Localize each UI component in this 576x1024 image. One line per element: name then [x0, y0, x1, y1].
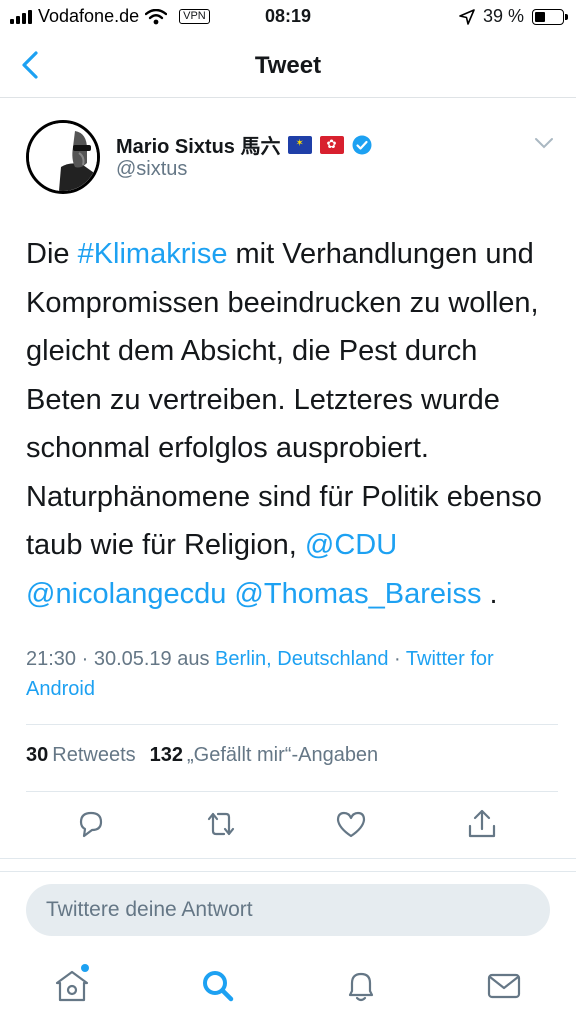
location-link[interactable]: Berlin, Deutschland	[215, 648, 388, 670]
share-icon[interactable]	[464, 806, 500, 842]
status-right: 39 %	[459, 6, 568, 27]
author-name-row[interactable]: Mario Sixtus 馬六	[116, 130, 372, 159]
notifications-bell-icon[interactable]	[341, 966, 381, 1006]
eu-flag-icon	[288, 135, 313, 154]
mention-link[interactable]: @nicolangecdu	[26, 578, 226, 610]
likes-count: 132	[149, 744, 183, 766]
notification-dot	[81, 964, 89, 972]
divider	[26, 724, 558, 725]
likes-stat[interactable]: 132 „Gefällt mir“-Angaben	[150, 744, 379, 767]
heart-icon[interactable]	[333, 806, 369, 842]
messages-envelope-icon[interactable]	[484, 966, 524, 1006]
search-icon[interactable]	[198, 966, 238, 1006]
mention-link[interactable]: @CDU	[305, 529, 397, 561]
tab-bar	[0, 950, 576, 1024]
avatar-image	[29, 123, 97, 191]
hashtag-link[interactable]: #Klimakrise	[78, 238, 228, 270]
retweets-label: Retweets	[52, 744, 136, 766]
home-icon[interactable]	[52, 966, 92, 1006]
avatar[interactable]	[26, 120, 100, 194]
location-arrow-icon	[459, 8, 475, 25]
section-separator	[0, 858, 576, 872]
author-name: Mario Sixtus 馬六	[116, 136, 281, 158]
retweet-icon[interactable]	[203, 806, 239, 842]
meta-separator: ·	[388, 648, 406, 670]
author-handle[interactable]: @sixtus	[116, 158, 187, 181]
tweet-stats: 30 Retweets 132 „Gefällt mir“-Angaben	[26, 744, 378, 767]
retweets-stat[interactable]: 30 Retweets	[26, 744, 136, 767]
hong-kong-flag-icon	[320, 135, 345, 154]
retweets-count: 30	[26, 744, 49, 766]
nav-bar: Tweet	[0, 34, 576, 98]
tweet-text-segment: mit Verhandlungen und Kompromissen beein…	[26, 238, 542, 561]
mention-link[interactable]: @Thomas_Bareiss	[234, 578, 481, 610]
tweet-text: Die #Klimakrise mit Verhandlungen und Ko…	[26, 230, 556, 618]
tweet-actions	[0, 806, 576, 846]
battery-fill	[535, 11, 546, 22]
tweet-meta: 21:30 · 30.05.19 aus Berlin, Deutschland…	[26, 644, 546, 704]
tweet-text-segment: .	[481, 577, 498, 610]
reply-icon[interactable]	[73, 806, 109, 842]
page-title: Tweet	[254, 52, 322, 79]
tweet-timestamp: 21:30 · 30.05.19 aus	[26, 648, 216, 670]
battery-percent: 39 %	[482, 6, 524, 26]
verified-badge-icon	[352, 135, 372, 154]
likes-label: „Gefällt mir“-Angaben	[187, 744, 379, 766]
divider	[26, 791, 558, 792]
tweet-text-segment: Die	[26, 238, 78, 270]
battery-icon	[532, 8, 568, 25]
status-bar: Vodafone.de VPN 08:19 39 %	[0, 0, 576, 34]
chevron-down-icon[interactable]	[534, 136, 554, 150]
reply-input[interactable]: Twittere deine Antwort	[26, 884, 550, 936]
